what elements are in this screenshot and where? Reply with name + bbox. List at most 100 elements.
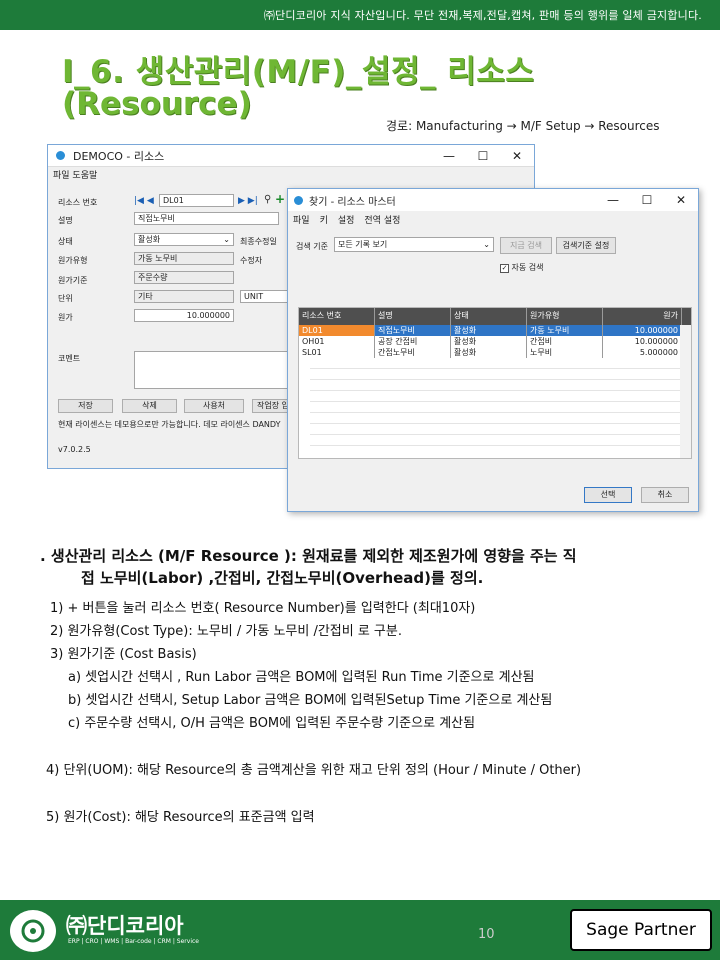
- empty-row: [310, 391, 691, 402]
- resource-grid: 리소스 번호 설명 상태 원가유형 원가 DL01 직접노무비 활성화 가동 노…: [298, 307, 692, 459]
- search-icon[interactable]: ⚲: [264, 194, 271, 205]
- resource-window-title: DEMOCO - 리소스: [73, 149, 165, 163]
- menu-settings[interactable]: 설정: [338, 213, 355, 226]
- label-desc: 설명: [58, 216, 73, 225]
- label-status: 상태: [58, 237, 73, 246]
- cost-field[interactable]: 10.000000: [134, 309, 234, 322]
- search-now-button[interactable]: 지금 검색: [500, 237, 552, 254]
- company-logo-icon: [10, 910, 56, 952]
- cell-status: 활성화: [451, 325, 527, 336]
- col-cost-type[interactable]: 원가유형: [527, 308, 603, 325]
- page-title: I_6. 생산관리(M/F)_설정_ 리소스: [62, 54, 535, 90]
- col-resource-no[interactable]: 리소스 번호: [299, 308, 375, 325]
- item-3b: b) 셋업시간 선택시, Setup Labor 금액은 BOM에 입력된Set…: [68, 693, 553, 708]
- copyright-notice: ㈜단디코리아 지식 자산입니다. 무단 전재,복제,전달,캡쳐, 판매 등의 행…: [263, 9, 702, 22]
- maximize-icon[interactable]: ☐: [630, 193, 664, 207]
- empty-row: [310, 424, 691, 435]
- maximize-icon[interactable]: ☐: [466, 149, 500, 163]
- search-criteria-button[interactable]: 검색기준 설정: [556, 237, 616, 254]
- chevron-down-icon: ⌄: [483, 240, 490, 249]
- item-3: 3) 원가기준 (Cost Basis): [50, 647, 197, 662]
- menu-path: 경로: Manufacturing → M/F Setup → Resource…: [386, 119, 660, 133]
- page-number: 10: [478, 927, 495, 942]
- menu-file[interactable]: 파일: [293, 213, 310, 226]
- top-notice-bar: ㈜단디코리아 지식 자산입니다. 무단 전재,복제,전달,캡쳐, 판매 등의 행…: [0, 0, 720, 30]
- resource-no-field[interactable]: DL01: [159, 194, 234, 207]
- page-title-sub: (Resource): [62, 86, 252, 122]
- close-icon[interactable]: ✕: [664, 193, 698, 207]
- cell-cost-type: 가동 노무비: [527, 325, 603, 336]
- grid-header: 리소스 번호 설명 상태 원가유형 원가: [299, 308, 691, 325]
- cell-cost-type: 노무비: [527, 347, 603, 358]
- label-comment: 코멘트: [58, 354, 81, 363]
- cost-type-field[interactable]: 가동 노무비: [134, 252, 234, 265]
- nav-first-icon[interactable]: |◀ ◀: [134, 196, 154, 206]
- grid-scrollbar[interactable]: [680, 325, 691, 458]
- item-4: 4) 단위(UOM): 해당 Resource의 총 금액계산을 위한 재고 단…: [46, 763, 582, 778]
- status-select[interactable]: 활성화 ⌄: [134, 233, 234, 246]
- where-used-button[interactable]: 사용처: [184, 399, 244, 413]
- col-status[interactable]: 상태: [451, 308, 527, 325]
- cost-basis-field[interactable]: 주문수량: [134, 271, 234, 284]
- col-cost[interactable]: 원가: [603, 308, 682, 325]
- save-button[interactable]: 저장: [58, 399, 113, 413]
- cell-resource-no: DL01: [299, 325, 375, 336]
- checkbox-icon: ✓: [500, 264, 509, 273]
- unit-code-field[interactable]: UNIT: [240, 290, 290, 303]
- cell-status: 활성화: [451, 347, 527, 358]
- comment-textarea[interactable]: [134, 351, 294, 389]
- unit-field[interactable]: 기타: [134, 290, 234, 303]
- cell-desc: 간접노무비: [375, 347, 451, 358]
- label-last-modified: 최종수정일: [240, 237, 277, 246]
- description-line1: . 생산관리 리소스 (M/F Resource ): 원재료를 제외한 제조원…: [40, 547, 577, 565]
- cell-cost: 10.000000: [603, 325, 682, 336]
- cell-cost-type: 간접비: [527, 336, 603, 347]
- chevron-down-icon: ⌄: [223, 235, 230, 244]
- window-controls: — ☐ ✕: [432, 149, 534, 163]
- status-value: 활성화: [138, 235, 161, 244]
- minimize-icon[interactable]: —: [432, 149, 466, 163]
- label-unit: 단위: [58, 294, 73, 303]
- menu-key[interactable]: 키: [320, 213, 328, 226]
- nav-next-icon[interactable]: ▶ ▶|: [238, 196, 258, 206]
- sage-partner-logo: Sage Partner: [570, 909, 712, 951]
- cell-cost: 5.000000: [603, 347, 682, 358]
- empty-row: [310, 358, 691, 369]
- resource-menubar[interactable]: 파일 도움말: [48, 167, 534, 181]
- item-1: 1) + 버튼을 눌러 리소스 번호( Resource Number)를 입력…: [50, 601, 476, 616]
- label-resource-no: 리소스 번호: [58, 198, 98, 207]
- item-3c: c) 주문수량 선택시, O/H 금액은 BOM에 입력된 주문수량 기준으로 …: [68, 716, 476, 731]
- cell-desc: 직접노무비: [375, 325, 451, 336]
- add-icon[interactable]: +: [275, 192, 285, 206]
- close-icon[interactable]: ✕: [500, 149, 534, 163]
- item-2: 2) 원가유형(Cost Type): 노무비 / 가동 노무비 /간접비 로 …: [50, 624, 402, 639]
- select-button[interactable]: 선택: [584, 487, 632, 503]
- app-icon: [294, 195, 303, 205]
- search-criteria-select[interactable]: 모든 기록 보기 ⌄: [334, 237, 494, 252]
- auto-search-checkbox[interactable]: ✓ 자동 검색: [500, 262, 544, 273]
- desc-field[interactable]: 직접노무비: [134, 212, 279, 225]
- col-desc[interactable]: 설명: [375, 308, 451, 325]
- cell-resource-no: SL01: [299, 347, 375, 358]
- cell-resource-no: OH01: [299, 336, 375, 347]
- item-5: 5) 원가(Cost): 해당 Resource의 표준금액 입력: [46, 810, 315, 825]
- empty-row: [310, 380, 691, 391]
- empty-row: [310, 435, 691, 446]
- cancel-button[interactable]: 취소: [641, 487, 689, 503]
- cell-status: 활성화: [451, 336, 527, 347]
- table-row[interactable]: DL01 직접노무비 활성화 가동 노무비 10.000000: [299, 325, 691, 336]
- table-row[interactable]: OH01 공장 간접비 활성화 간접비 10.000000: [299, 336, 691, 347]
- finder-title: 찾기 - 리소스 마스터: [309, 196, 396, 208]
- content: . 생산관리 리소스 (M/F Resource ): 원재료를 제외한 제조원…: [40, 545, 706, 829]
- finder-window-controls: — ☐ ✕: [596, 193, 698, 207]
- search-criteria-value: 모든 기록 보기: [338, 240, 388, 249]
- description: . 생산관리 리소스 (M/F Resource ): 원재료를 제외한 제조원…: [40, 545, 706, 589]
- version-label: v7.0.2.5: [58, 445, 91, 454]
- minimize-icon[interactable]: —: [596, 193, 630, 207]
- company-services: ERP | CRO | WMS | Bar-code | CRM | Servi…: [68, 938, 199, 945]
- delete-button[interactable]: 삭제: [122, 399, 177, 413]
- menu-global-settings[interactable]: 전역 설정: [364, 213, 400, 226]
- auto-search-label: 자동 검색: [511, 263, 544, 272]
- resource-window-titlebar: DEMOCO - 리소스 — ☐ ✕: [48, 145, 534, 167]
- table-row[interactable]: SL01 간접노무비 활성화 노무비 5.000000: [299, 347, 691, 358]
